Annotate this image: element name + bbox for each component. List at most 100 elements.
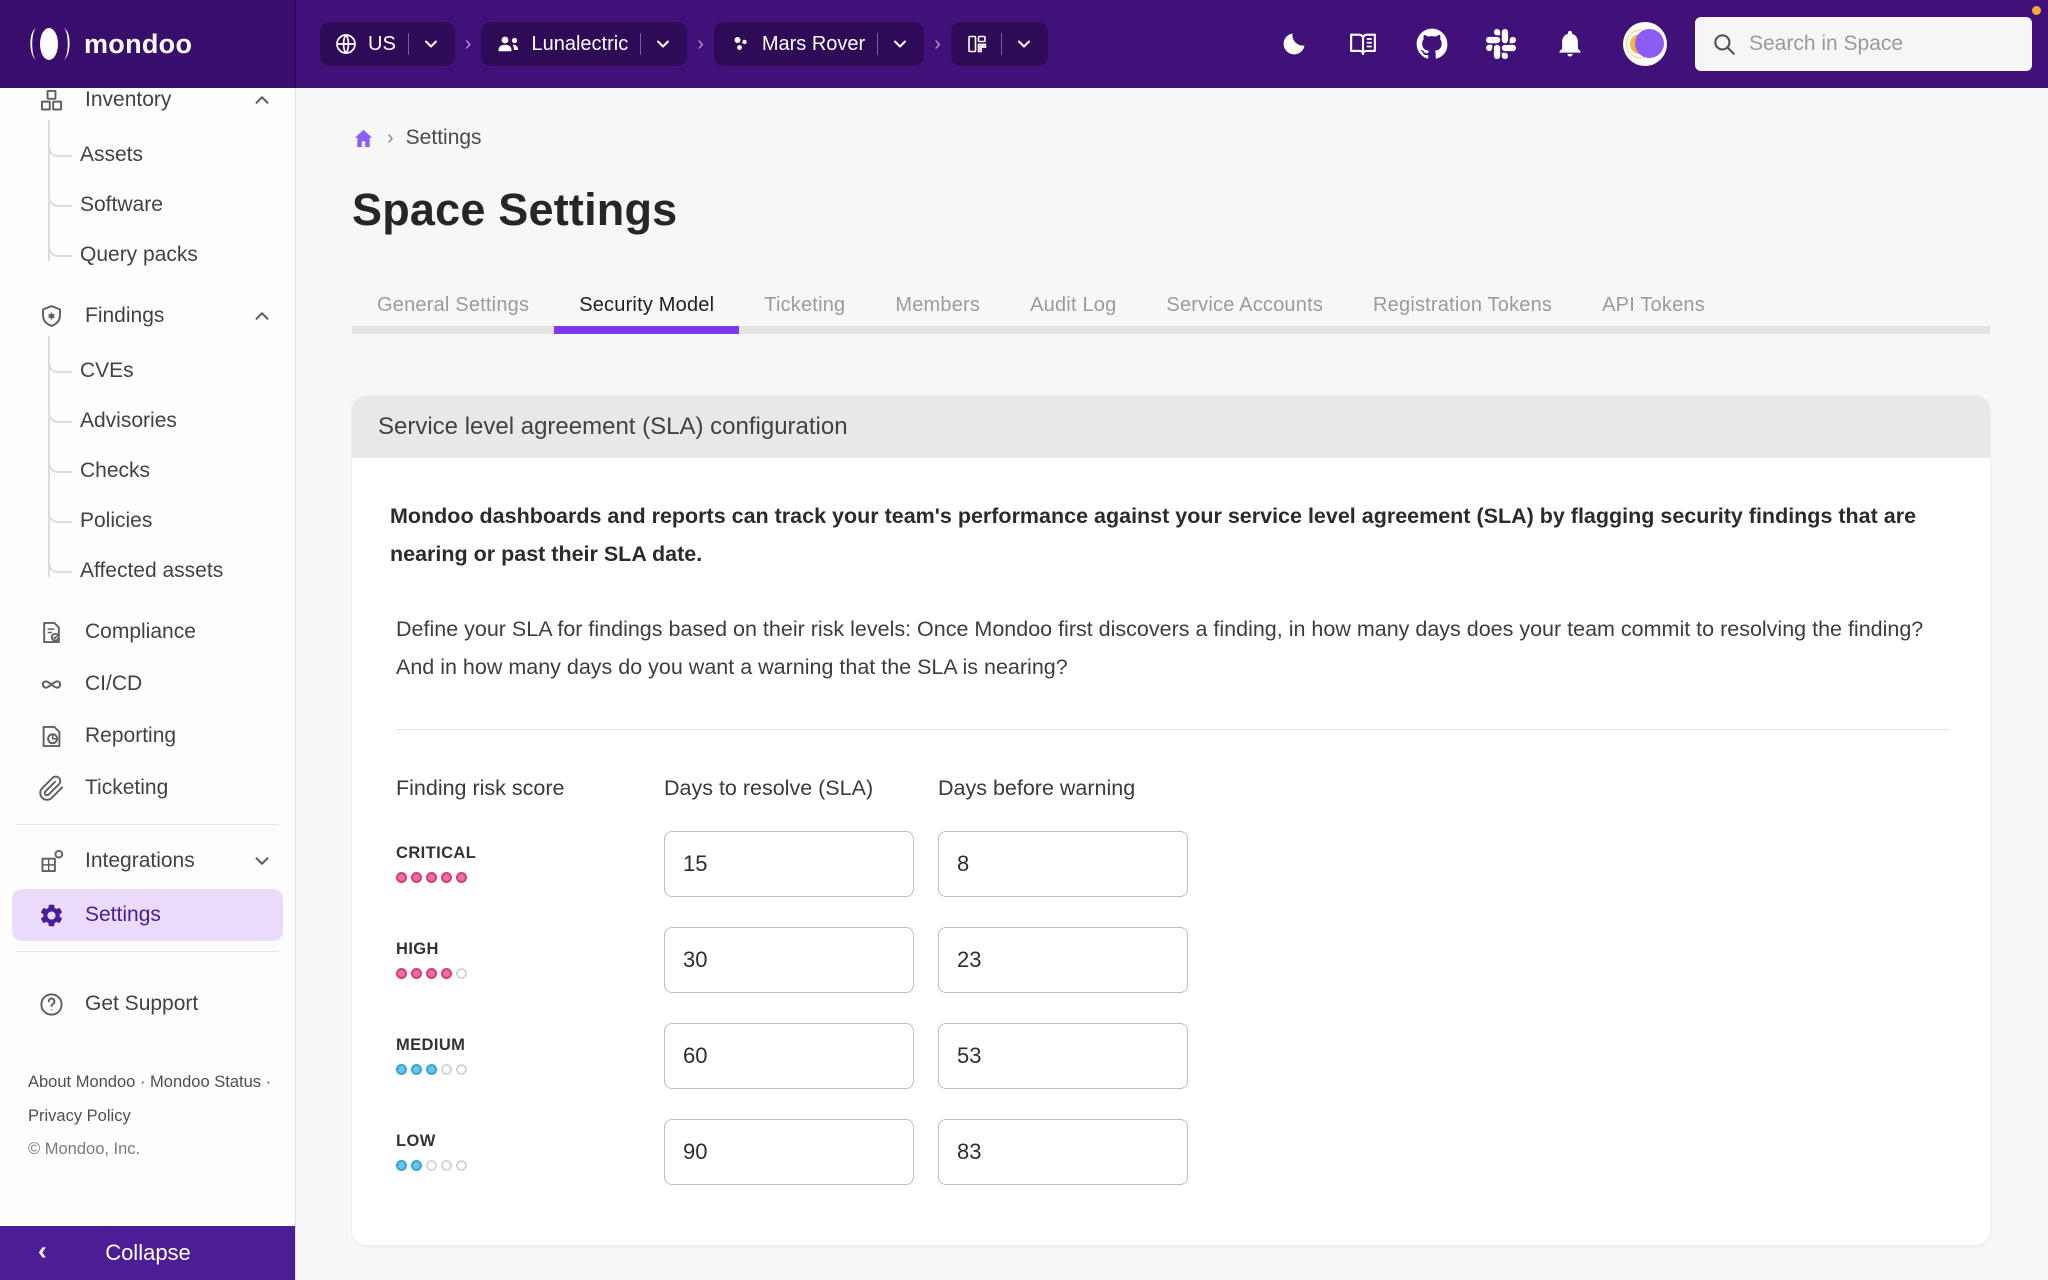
tab-general-settings[interactable]: General Settings — [352, 276, 554, 334]
reporting-document-pie-icon — [38, 723, 65, 750]
search-icon — [1711, 31, 1737, 57]
sidebar-item-affected-assets[interactable]: Affected assets — [0, 546, 295, 596]
sidebar-item-ticketing[interactable]: Ticketing — [0, 762, 295, 814]
settings-tabs: General Settings Security Model Ticketin… — [352, 276, 1990, 334]
footer-separator: · — [266, 1073, 272, 1091]
main-content: › Settings Space Settings General Settin… — [296, 88, 2048, 1280]
breadcrumb-separator: › — [387, 127, 394, 150]
sla-row-high: HIGH — [396, 927, 1950, 993]
sidebar-item-findings[interactable]: Findings — [0, 290, 295, 342]
collapse-sidebar-button[interactable]: ‹ Collapse — [0, 1226, 296, 1280]
chevron-up-icon — [251, 89, 273, 111]
sidebar-item-get-support[interactable]: Get Support — [0, 978, 295, 1030]
critical-days-before-warning-input[interactable] — [938, 831, 1188, 897]
dark-mode-toggle[interactable] — [1278, 28, 1310, 60]
docs-book-icon[interactable] — [1347, 28, 1379, 60]
tab-ticketing[interactable]: Ticketing — [739, 276, 870, 334]
workspace-selector[interactable] — [951, 22, 1048, 66]
organization-icon — [495, 33, 521, 55]
tab-api-tokens[interactable]: API Tokens — [1577, 276, 1730, 334]
mondoo-app: mondoo US › — [0, 0, 2048, 1280]
low-days-to-resolve-input[interactable] — [664, 1119, 914, 1185]
cicd-infinity-icon — [38, 671, 65, 698]
tab-service-accounts[interactable]: Service Accounts — [1141, 276, 1348, 334]
sla-intro-bold: Mondoo dashboards and reports can track … — [390, 498, 1950, 573]
high-days-to-resolve-input[interactable] — [664, 927, 914, 993]
globe-icon — [334, 32, 358, 56]
sidebar-item-integrations[interactable]: Integrations — [0, 835, 295, 887]
organization-label: Lunalectric — [531, 33, 628, 56]
space-selector[interactable]: Mars Rover — [714, 22, 924, 66]
sidebar-item-label: Software — [80, 193, 163, 217]
critical-days-to-resolve-input[interactable] — [664, 831, 914, 897]
tab-registration-tokens[interactable]: Registration Tokens — [1348, 276, 1577, 334]
sidebar-item-label: Reporting — [85, 724, 176, 748]
sidebar-item-cicd[interactable]: CI/CD — [0, 658, 295, 710]
notifications-bell-icon[interactable] — [1554, 28, 1586, 60]
space-icon — [728, 32, 752, 56]
ticketing-paperclip-icon — [38, 775, 65, 802]
sidebar-item-label: Settings — [85, 903, 161, 927]
sidebar-item-policies[interactable]: Policies — [0, 496, 295, 546]
space-search — [1695, 17, 2032, 71]
chip-divider — [877, 33, 878, 55]
top-bar: mondoo US › — [0, 0, 2048, 88]
severity-label: LOW — [396, 1132, 664, 1151]
scope-selectors: US › Lunalectric — [320, 22, 1048, 66]
sidebar-item-settings[interactable]: Settings — [12, 889, 283, 941]
footer-separator: · — [140, 1073, 146, 1091]
brand-logo[interactable]: mondoo — [0, 0, 296, 88]
region-selector[interactable]: US — [320, 22, 455, 66]
sidebar-item-assets[interactable]: Assets — [0, 130, 295, 180]
medium-days-before-warning-input[interactable] — [938, 1023, 1188, 1089]
sidebar-item-compliance[interactable]: Compliance — [0, 606, 295, 658]
sidebar-item-label: Findings — [85, 304, 164, 328]
region-label: US — [368, 33, 396, 56]
sidebar-item-advisories[interactable]: Advisories — [0, 396, 295, 446]
sidebar-nav: Inventory Assets Software Query packs — [0, 88, 295, 1030]
sidebar-item-inventory[interactable]: Inventory — [0, 88, 295, 126]
home-icon[interactable] — [352, 127, 375, 150]
search-input[interactable] — [1749, 32, 2016, 56]
sidebar-item-software[interactable]: Software — [0, 180, 295, 230]
sidebar-item-label: Compliance — [85, 620, 196, 644]
severity-dots — [396, 872, 664, 883]
sla-table-header: Finding risk score Days to resolve (SLA)… — [396, 776, 1950, 801]
divider — [396, 729, 1950, 730]
low-days-before-warning-input[interactable] — [938, 1119, 1188, 1185]
sidebar-item-cves[interactable]: CVEs — [0, 346, 295, 396]
sidebar-item-checks[interactable]: Checks — [0, 446, 295, 496]
severity-dots — [396, 1064, 664, 1075]
github-icon[interactable] — [1416, 28, 1448, 60]
sidebar-item-label: Policies — [80, 509, 152, 533]
chevron-down-icon — [421, 34, 441, 54]
chevron-up-icon — [251, 305, 273, 327]
tab-audit-log[interactable]: Audit Log — [1005, 276, 1141, 334]
about-mondoo-link[interactable]: About Mondoo — [28, 1073, 135, 1091]
organization-selector[interactable]: Lunalectric — [481, 22, 687, 66]
card-title: Service level agreement (SLA) configurat… — [378, 413, 848, 441]
sidebar-divider — [16, 951, 279, 952]
chip-divider — [640, 33, 641, 55]
chevron-left-icon: ‹ — [38, 1236, 47, 1267]
avatar-moon-shape — [1635, 29, 1664, 58]
sidebar-divider — [16, 824, 279, 825]
tab-security-model[interactable]: Security Model — [554, 276, 739, 334]
chip-divider — [1001, 33, 1002, 55]
sla-row-low: LOW — [396, 1119, 1950, 1185]
sidebar-item-reporting[interactable]: Reporting — [0, 710, 295, 762]
mondoo-status-link[interactable]: Mondoo Status — [150, 1073, 261, 1091]
user-avatar[interactable] — [1623, 22, 1667, 66]
space-label: Mars Rover — [762, 33, 865, 56]
card-body: Mondoo dashboards and reports can track … — [352, 458, 1990, 1245]
slack-icon[interactable] — [1485, 28, 1517, 60]
header-actions — [1278, 22, 1667, 66]
privacy-policy-link[interactable]: Privacy Policy — [28, 1107, 131, 1125]
high-days-before-warning-input[interactable] — [938, 927, 1188, 993]
sidebar-item-label: Get Support — [85, 992, 198, 1016]
medium-days-to-resolve-input[interactable] — [664, 1023, 914, 1089]
sla-configuration-card: Service level agreement (SLA) configurat… — [352, 396, 1990, 1245]
sidebar-item-query-packs[interactable]: Query packs — [0, 230, 295, 280]
chip-divider — [408, 33, 409, 55]
tab-members[interactable]: Members — [870, 276, 1005, 334]
